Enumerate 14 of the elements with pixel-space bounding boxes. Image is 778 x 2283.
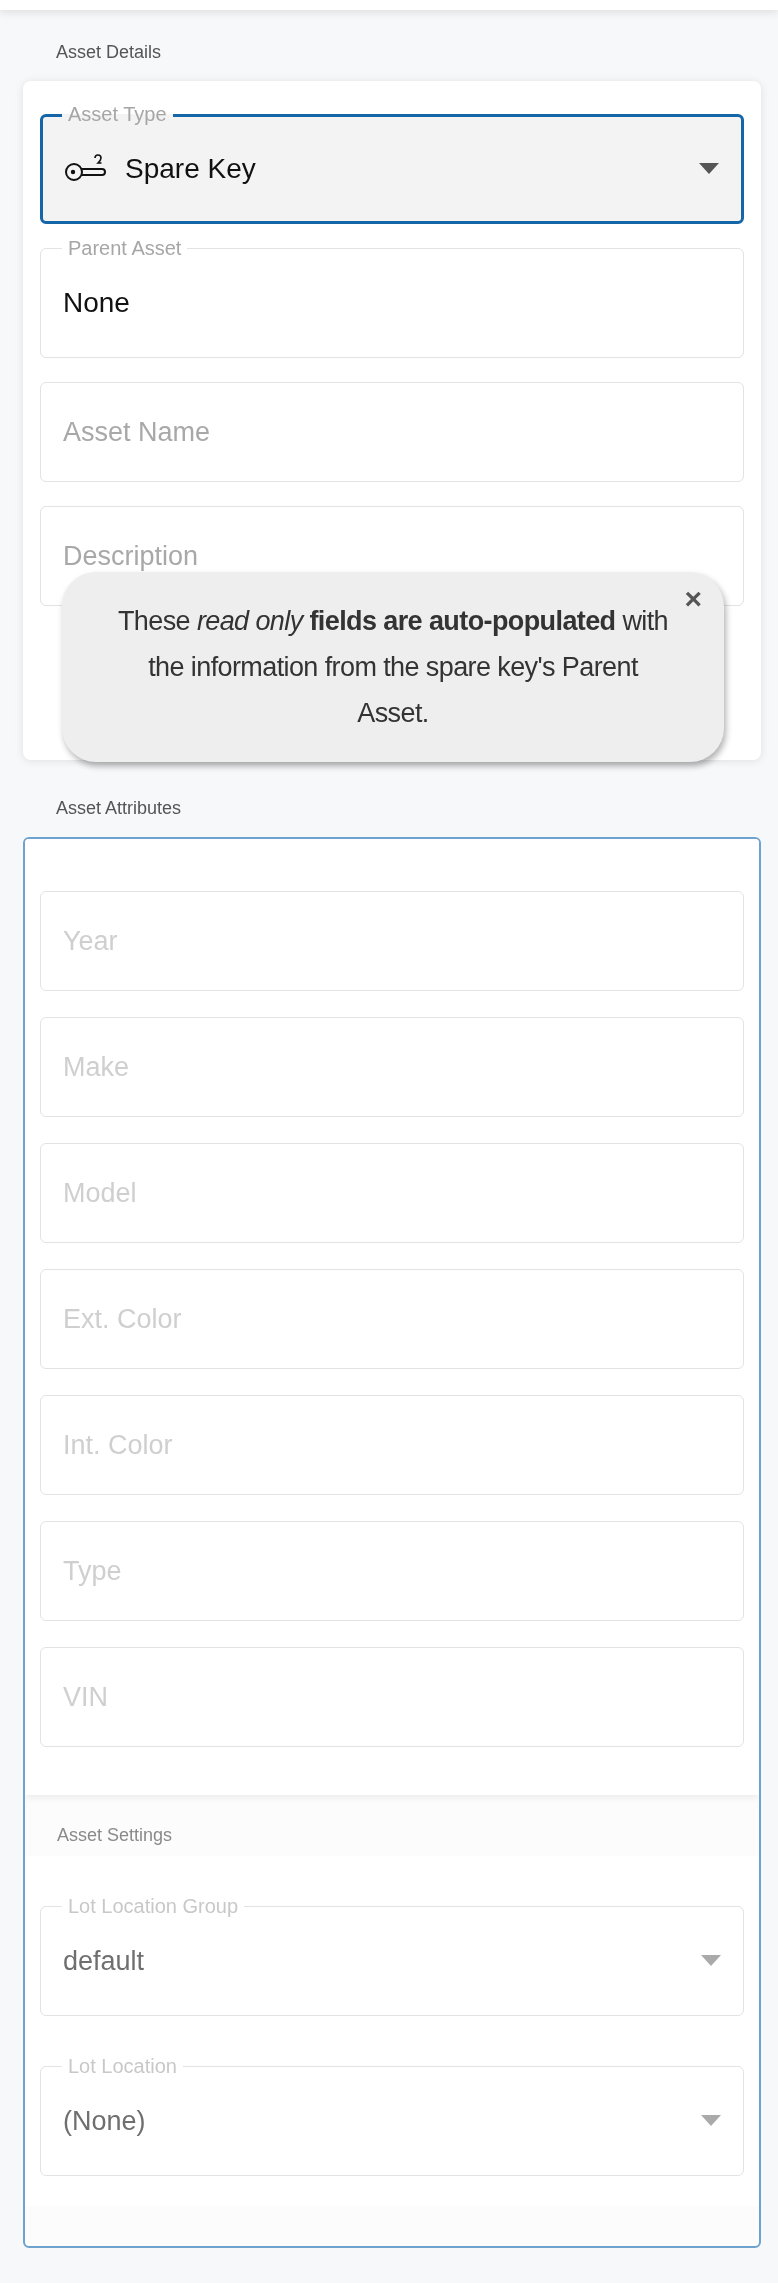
section-title: Asset Settings — [56, 1824, 174, 1847]
dropdown-caret-icon — [699, 163, 719, 175]
input-field[interactable]: Asset Name — [40, 382, 744, 482]
tooltip-text: These read only fields are auto-populated with the information from the spare key's Parent Asset. — [116, 605, 670, 730]
field-value: Spare Key — [125, 153, 257, 185]
section-title: Asset Details — [55, 41, 163, 64]
section-title: Asset Attributes — [55, 797, 183, 820]
dropdown-caret-icon — [701, 2115, 721, 2127]
field-placeholder: Description — [63, 540, 200, 572]
field-placeholder: Asset Name — [63, 416, 212, 448]
dropdown-caret-icon — [701, 1955, 721, 1967]
field-value: default — [63, 1945, 146, 1977]
field-value: (None) — [63, 2105, 147, 2137]
field-value: None — [63, 287, 131, 319]
